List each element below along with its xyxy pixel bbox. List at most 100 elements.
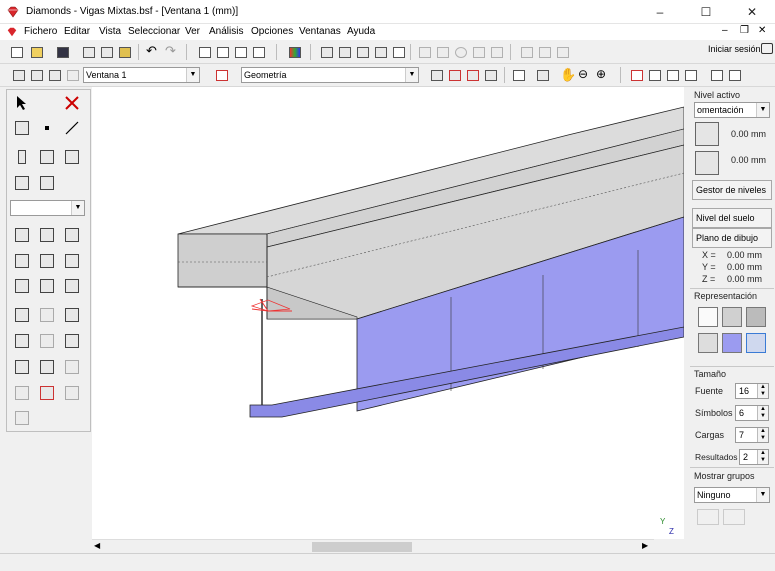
signin-label[interactable]: Iniciar sesión	[708, 44, 761, 54]
view-2-icon[interactable]	[28, 67, 44, 83]
tool-c1-icon[interactable]	[11, 275, 33, 297]
chat-icon[interactable]	[761, 43, 773, 54]
tool-a3-icon[interactable]	[61, 224, 83, 246]
tool-d1-icon[interactable]	[11, 304, 33, 326]
mdi-minimize-button[interactable]: –	[722, 25, 728, 36]
gestor-niveles-button[interactable]: Gestor de niveles	[692, 180, 772, 200]
menu-ver[interactable]: Ver	[185, 26, 200, 37]
zoom-out-icon[interactable]: ⊖	[578, 67, 588, 81]
scroll-right-icon[interactable]: ▶	[642, 541, 648, 550]
mdi-close-button[interactable]: ✕	[758, 25, 766, 36]
level-bottom-icon[interactable]	[695, 151, 719, 175]
diagram-3-icon[interactable]	[664, 67, 680, 83]
tool-f1-icon[interactable]	[11, 356, 33, 378]
window-select[interactable]: Ventana 1 ▼	[83, 67, 200, 83]
plano-dibujo-button[interactable]: Plano de dibujo	[692, 228, 772, 248]
mdi-restore-button[interactable]: ❐	[740, 25, 749, 36]
display-3-icon[interactable]	[464, 67, 480, 83]
size-fuente-spin[interactable]: 16 ▲ ▼	[735, 383, 769, 399]
tool-c3-icon[interactable]	[61, 275, 83, 297]
tool-b2-icon[interactable]	[36, 250, 58, 272]
tool-a2-icon[interactable]	[36, 224, 58, 246]
diagram-6-icon[interactable]	[726, 67, 742, 83]
size-simbolos-spin[interactable]: 6 ▲ ▼	[735, 405, 769, 421]
tool-d3-icon[interactable]	[61, 304, 83, 326]
view-3-icon[interactable]	[46, 67, 62, 83]
new-file-icon[interactable]	[8, 44, 24, 60]
print-icon[interactable]	[98, 44, 114, 60]
render-solid-icon[interactable]	[722, 307, 742, 327]
maximize-button[interactable]: ☐	[683, 0, 729, 24]
menu-ayuda[interactable]: Ayuda	[347, 26, 375, 37]
tool-f2-icon[interactable]	[36, 356, 58, 378]
grid-3-icon[interactable]	[232, 44, 248, 60]
spin-arrows-icon[interactable]: ▲ ▼	[757, 428, 768, 442]
grupos-select[interactable]: Ninguno ▼	[694, 487, 770, 503]
close-button[interactable]: ✕	[729, 0, 775, 24]
scroll-left-icon[interactable]: ◀	[94, 541, 100, 550]
render-shaded-icon[interactable]	[746, 307, 766, 327]
tool-b3-icon[interactable]	[61, 250, 83, 272]
nivel-select[interactable]: omentación ▼	[694, 102, 770, 118]
drawing-viewport[interactable]: Y Z	[92, 87, 684, 539]
column-icon[interactable]	[11, 146, 33, 168]
report-icon[interactable]	[116, 44, 132, 60]
level-top-icon[interactable]	[695, 122, 719, 146]
tools-combo[interactable]: ▼	[10, 200, 85, 216]
pan-hand-icon[interactable]: ✋	[560, 67, 576, 83]
diagram-4-icon[interactable]	[682, 67, 698, 83]
save-icon[interactable]	[54, 44, 70, 60]
grid-2-icon[interactable]	[214, 44, 230, 60]
nivel-suelo-button[interactable]: Nivel del suelo	[692, 208, 772, 228]
line-icon[interactable]	[61, 117, 83, 139]
redo-icon[interactable]: ↷	[165, 43, 176, 59]
fire-icon[interactable]	[390, 44, 406, 60]
render-color-icon[interactable]	[722, 333, 742, 353]
beam-icon[interactable]	[36, 146, 58, 168]
table-icon[interactable]	[336, 44, 352, 60]
slab-icon[interactable]	[11, 172, 33, 194]
grid-4-icon[interactable]	[250, 44, 266, 60]
select-cursor-icon[interactable]	[11, 92, 33, 114]
axes-icon[interactable]	[354, 44, 370, 60]
menu-fichero[interactable]: Fichero	[24, 26, 57, 37]
size-cargas-spin[interactable]: 7 ▲ ▼	[735, 427, 769, 443]
render-full-icon[interactable]	[746, 333, 766, 353]
slab-2-icon[interactable]	[36, 172, 58, 194]
display-4-icon[interactable]	[482, 67, 498, 83]
view-1-icon[interactable]	[10, 67, 26, 83]
tool-e1-icon[interactable]	[11, 330, 33, 352]
brace-icon[interactable]	[61, 146, 83, 168]
tool-e3-icon[interactable]	[61, 330, 83, 352]
grid-icon[interactable]	[196, 44, 212, 60]
horizontal-scrollbar[interactable]: ◀ ▶	[92, 539, 654, 553]
node-icon[interactable]	[510, 67, 526, 83]
print-preview-icon[interactable]	[80, 44, 96, 60]
diagram-r-icon[interactable]	[646, 67, 662, 83]
menu-editar[interactable]: Editar	[64, 26, 90, 37]
menu-seleccionar[interactable]: Seleccionar	[128, 26, 180, 37]
view-mode-select[interactable]: Geometría ▼	[241, 67, 419, 83]
tool-g2-icon[interactable]	[36, 382, 58, 404]
spin-arrows-icon[interactable]: ▲ ▼	[757, 450, 768, 464]
undo-icon[interactable]: ↶	[146, 43, 157, 59]
select-box-icon[interactable]	[318, 44, 334, 60]
zoom-in-icon[interactable]: ⊕	[596, 67, 606, 81]
member-icon[interactable]	[534, 67, 550, 83]
render-hidden-icon[interactable]	[698, 333, 718, 353]
menu-opciones[interactable]: Opciones	[251, 26, 293, 37]
size-resultados-spin[interactable]: 2 ▲ ▼	[739, 449, 769, 465]
info-icon[interactable]	[213, 67, 229, 83]
colors-icon[interactable]	[286, 44, 302, 60]
spin-arrows-icon[interactable]: ▲ ▼	[757, 384, 768, 398]
menu-analisis[interactable]: Análisis	[209, 26, 243, 37]
delete-x-icon[interactable]	[61, 92, 83, 114]
scroll-thumb[interactable]	[312, 542, 412, 552]
menu-vista[interactable]: Vista	[99, 26, 121, 37]
display-2-icon[interactable]	[446, 67, 462, 83]
node-grid-icon[interactable]	[11, 117, 33, 139]
tool-b1-icon[interactable]	[11, 250, 33, 272]
menu-ventanas[interactable]: Ventanas	[299, 26, 341, 37]
minimize-button[interactable]: –	[637, 0, 683, 24]
spin-arrows-icon[interactable]: ▲ ▼	[757, 406, 768, 420]
